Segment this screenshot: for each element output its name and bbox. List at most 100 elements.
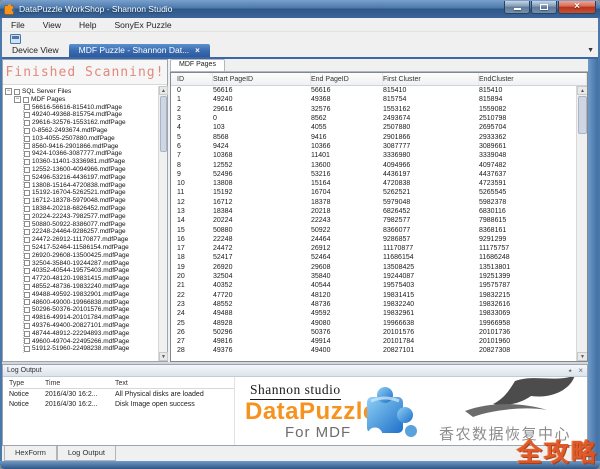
column-header[interactable]: EndCluster [479, 73, 587, 85]
tree-item-file[interactable]: 50880-50922-8386077.mdfPage [23, 221, 158, 229]
tree-scrollbar[interactable]: ▲ ▼ [158, 86, 167, 361]
minimize-button[interactable] [504, 1, 530, 14]
table-scrollbar[interactable]: ▲ ▼ [576, 86, 587, 361]
checkbox-icon[interactable] [24, 198, 30, 204]
checkbox-icon[interactable] [24, 182, 30, 188]
tree-item-file[interactable]: 50296-50376-20101576.mdfPage [23, 306, 158, 314]
tab-mdf-puzzle[interactable]: MDF Puzzle - Shannon Dat... × [69, 44, 210, 57]
checkbox-icon[interactable] [24, 104, 30, 110]
dock-close-icon[interactable]: × [578, 367, 583, 375]
log-column-header[interactable]: Time [45, 380, 115, 387]
table-row[interactable]: 2548928490801996663819966958 [171, 318, 576, 327]
scroll-down-icon[interactable]: ▼ [577, 352, 588, 361]
checkbox-icon[interactable] [14, 89, 20, 95]
close-button[interactable]: × [558, 1, 596, 14]
checkbox-icon[interactable] [24, 268, 30, 274]
checkbox-icon[interactable] [24, 245, 30, 251]
table-row[interactable]: 2296163257615531621559082 [171, 105, 576, 114]
menu-item-view[interactable]: View [34, 20, 70, 30]
tree-item-file[interactable]: 24472-26912-11170877.mdfPage [23, 236, 158, 244]
table-row[interactable]: 16222482446492868579291299 [171, 235, 576, 244]
table-row[interactable]: 8125521360040949664097482 [171, 160, 576, 169]
tab-close-icon[interactable]: × [195, 46, 200, 55]
collapse-icon[interactable]: − [5, 88, 12, 95]
log-row[interactable]: Notice2016/4/30 16:2...Disk Image open s… [9, 399, 234, 409]
table-row[interactable]: 2650296503762010157620101736 [171, 328, 576, 337]
table-row[interactable]: 10138081516447208384723591 [171, 179, 576, 188]
scroll-up-icon[interactable]: ▲ [577, 86, 588, 95]
checkbox-icon[interactable] [24, 229, 30, 235]
tree-item-file[interactable]: 48552-48736-19832240.mdfPage [23, 283, 158, 291]
tree-item-file[interactable]: 49240-49368-815754.mdfPage [23, 111, 158, 119]
checkbox-icon[interactable] [23, 97, 29, 103]
table-row[interactable]: 2032504358401924408719251399 [171, 272, 576, 281]
tab-list-dropdown-icon[interactable]: ▼ [587, 47, 594, 54]
tree-item-file[interactable]: 56616-56616-815410.mdfPage [23, 104, 158, 112]
checkbox-icon[interactable] [24, 346, 30, 352]
tab-hexform[interactable]: HexForm [4, 446, 57, 461]
tree-item-file[interactable]: 51912-51960-22498238.mdfPage [23, 345, 158, 353]
checkbox-icon[interactable] [24, 120, 30, 126]
scroll-down-icon[interactable]: ▼ [159, 352, 168, 361]
tree-item-file[interactable]: 48600-49000-19966838.mdfPage [23, 299, 158, 307]
tree-item-file[interactable]: 49600-49704-22495266.mdfPage [23, 338, 158, 346]
maximize-button[interactable] [531, 1, 557, 14]
table-row[interactable]: 694241036630877773089661 [171, 142, 576, 151]
tree-item-file[interactable]: 40352-40544-19575403.mdfPage [23, 267, 158, 275]
checkbox-icon[interactable] [24, 112, 30, 118]
column-header[interactable]: First Cluster [383, 73, 479, 85]
checkbox-icon[interactable] [24, 206, 30, 212]
checkbox-icon[interactable] [24, 276, 30, 282]
tree-item-file[interactable]: 103-4055-2507880.mdfPage [23, 135, 158, 143]
checkbox-icon[interactable] [24, 292, 30, 298]
table-row[interactable]: 14924049368815754815894 [171, 95, 576, 104]
table-row[interactable]: 2348552487361983224019832616 [171, 300, 576, 309]
checkbox-icon[interactable] [24, 331, 30, 337]
menu-item-sonyex-puzzle[interactable]: SonyEx Puzzle [105, 20, 180, 30]
table-row[interactable]: 2247720481201983141519832215 [171, 291, 576, 300]
table-row[interactable]: 9524965321644361974437637 [171, 170, 576, 179]
tree-item-file[interactable]: 48744-48912-22294893.mdfPage [23, 330, 158, 338]
table-row[interactable]: 2749816499142010178420101960 [171, 337, 576, 346]
column-header[interactable]: End PageID [311, 73, 383, 85]
tab-mdf-pages[interactable]: MDF Pages [170, 59, 225, 71]
table-row[interactable]: 1926920296081350842513513801 [171, 263, 576, 272]
open-device-icon[interactable] [10, 34, 21, 44]
tree-item-file[interactable]: 0-8562-2493674.mdfPage [23, 127, 158, 135]
tree-item-file[interactable]: 22248-24464-9286257.mdfPage [23, 228, 158, 236]
tree-item-file[interactable]: 20224-22243-7982577.mdfPage [23, 213, 158, 221]
checkbox-icon[interactable] [24, 253, 30, 259]
menu-item-help[interactable]: Help [70, 20, 105, 30]
table-row[interactable]: 11151921670452625215265545 [171, 188, 576, 197]
checkbox-icon[interactable] [24, 214, 30, 220]
tree-item-file[interactable]: 26920-29608-13500425.mdfPage [23, 252, 158, 260]
checkbox-icon[interactable] [24, 323, 30, 329]
table-row[interactable]: 30856224936742510798 [171, 114, 576, 123]
pin-icon[interactable]: ٭ [568, 367, 572, 375]
checkbox-icon[interactable] [24, 167, 30, 173]
table-row[interactable]: 14202242224379825777988615 [171, 216, 576, 225]
table-row[interactable]: 1724472269121117087711175757 [171, 244, 576, 253]
table-row[interactable]: 2849376494002082710120827308 [171, 346, 576, 355]
log-column-header[interactable]: Text [115, 380, 234, 387]
checkbox-icon[interactable] [24, 136, 30, 142]
table-row[interactable]: 05661656616815410815410 [171, 86, 576, 95]
checkbox-icon[interactable] [24, 175, 30, 181]
tree-item-file[interactable]: 52417-52464-11586154.mdfPage [23, 244, 158, 252]
tree-item-file[interactable]: 15192-16704-5262521.mdfPage [23, 189, 158, 197]
scrollbar-thumb[interactable] [160, 96, 167, 152]
tab-device-view[interactable]: Device View [2, 44, 69, 57]
checkbox-icon[interactable] [24, 299, 30, 305]
checkbox-icon[interactable] [24, 190, 30, 196]
table-row[interactable]: 58568941629018662933362 [171, 132, 576, 141]
tree-item-file[interactable]: 8560-9416-2901866.mdfPage [23, 143, 158, 151]
collapse-icon[interactable]: − [14, 96, 21, 103]
checkbox-icon[interactable] [24, 128, 30, 134]
checkbox-icon[interactable] [24, 159, 30, 165]
table-row[interactable]: 2449488495921983296119833069 [171, 309, 576, 318]
checkbox-icon[interactable] [24, 143, 30, 149]
scroll-up-icon[interactable]: ▲ [159, 86, 168, 95]
tree-item-file[interactable]: 49376-49400-20827101.mdfPage [23, 322, 158, 330]
checkbox-icon[interactable] [24, 307, 30, 313]
tree-item-file[interactable]: 49488-49592-19832901.mdfPage [23, 291, 158, 299]
